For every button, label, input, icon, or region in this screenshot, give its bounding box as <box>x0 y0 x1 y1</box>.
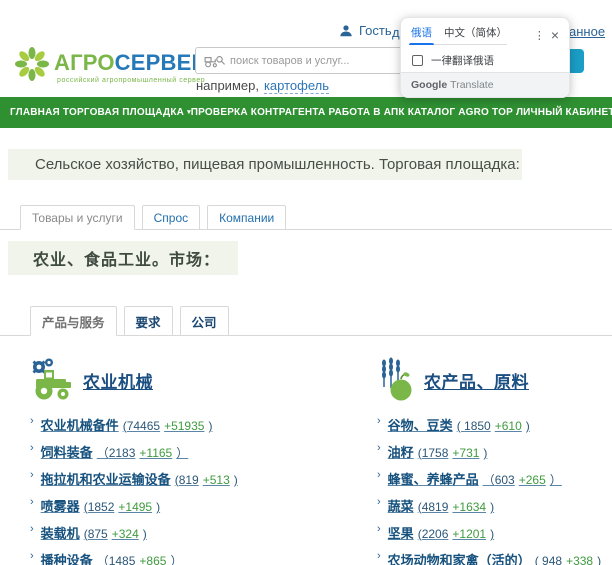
main-nav: ГЛАВНАЯ ТОРГОВАЯ ПЛОЩАДКА▾ ПРОВЕРКА КОНТ… <box>0 97 612 128</box>
tab[interactable]: Товары и услуги <box>20 205 135 230</box>
category-link[interactable]: 坚果(2206+1201) <box>388 523 494 542</box>
category-list-machinery: › 农业机械备件(74465+51935) › 饲料装备（2183+1165） … <box>30 411 365 565</box>
category-title-products[interactable]: 农产品、原料 <box>424 368 529 393</box>
category-link[interactable]: 拖拉机和农业运输设备(819+513) <box>41 469 238 488</box>
category-header-machinery[interactable]: 农业机械 <box>30 357 365 403</box>
chevron-bullet-icon: › <box>377 415 381 427</box>
category-list-item: › 播种设备（1485+865） <box>30 546 365 565</box>
category-header-products[interactable]: 农产品、原料 <box>377 357 612 403</box>
translate-brand-label: Translate <box>450 79 493 91</box>
nav-item[interactable]: ПРОВЕРКА КОНТРАГЕНТА <box>191 107 329 118</box>
category-title-machinery[interactable]: 农业机械 <box>83 368 153 393</box>
tab[interactable]: Компании <box>207 205 286 230</box>
search-tractor-icon <box>203 53 225 69</box>
category-list-item: › 装载机(875+324) <box>30 519 365 546</box>
example-link[interactable]: картофель <box>264 78 329 94</box>
category-link[interactable]: 装载机(875+324) <box>41 523 147 542</box>
close-icon[interactable]: × <box>549 28 561 42</box>
chevron-down-icon: ▾ <box>187 109 191 116</box>
google-brand-label: Google <box>411 79 447 91</box>
category-list-item: › 农业机械备件(74465+51935) <box>30 411 365 438</box>
logo-part-agro: АГРО <box>54 50 115 75</box>
category-list-item: › 拖拉机和农业运输设备(819+513) <box>30 465 365 492</box>
tractor-icon <box>30 357 76 403</box>
category-link[interactable]: 农场动物和家禽（活的）( 948+338) <box>388 550 601 565</box>
category-list-item: › 坚果(2206+1201) <box>377 519 612 546</box>
tab[interactable]: 产品与服务 <box>30 306 117 336</box>
nav-item[interactable]: ТОРГОВАЯ ПЛОЩАДКА▾ <box>63 107 191 118</box>
section-heading-zh-text: 农业、食品工业。市场： <box>8 246 220 270</box>
wheat-apple-icon <box>377 357 417 403</box>
chevron-bullet-icon: › <box>377 496 381 508</box>
chevron-bullet-icon: › <box>30 550 34 562</box>
translate-popup: 俄语 中文（简体） ⋮ × 一律翻译俄语 GoogleTranslate <box>400 17 570 98</box>
logo-flower-icon <box>14 46 50 82</box>
logo-tagline: российский агропромышленный сервер <box>57 77 205 84</box>
chevron-bullet-icon: › <box>30 469 34 481</box>
translate-popup-header: 俄语 中文（简体） ⋮ × <box>401 18 569 45</box>
translate-tab-russian[interactable]: 俄语 <box>411 25 432 40</box>
chevron-bullet-icon: › <box>30 496 34 508</box>
category-link[interactable]: 播种设备（1485+865） <box>41 550 183 565</box>
category-link[interactable]: 喷雾器(1852+1495) <box>41 496 160 515</box>
category-link[interactable]: 油籽(1758+731) <box>388 442 488 461</box>
chevron-bullet-icon: › <box>377 523 381 535</box>
category-link[interactable]: 蜂蜜、养蜂产品（603+265） <box>388 469 562 488</box>
page: Гость д анное АГРОСЕРВЕР.ru российский а… <box>0 0 612 565</box>
example-prefix: например, <box>196 78 259 93</box>
category-list-item: › 农场动物和家禽（活的）( 948+338) <box>377 546 612 565</box>
nav-item[interactable]: КАТАЛОГ AGRO TOP <box>408 107 516 118</box>
category-list-item: › 蔬菜(4819+1634) <box>377 492 612 519</box>
translate-tab-chinese[interactable]: 中文（简体） <box>444 25 507 40</box>
chevron-bullet-icon: › <box>377 442 381 454</box>
overflow-menu-icon[interactable]: ⋮ <box>530 29 549 42</box>
guest-user: Гость <box>339 23 392 38</box>
category-list-item: › 喷雾器(1852+1495) <box>30 492 365 519</box>
nav-item[interactable]: РАБОТА В АПК <box>328 107 407 118</box>
chevron-bullet-icon: › <box>377 550 381 562</box>
category-link[interactable]: 谷物、豆类( 1850+610) <box>388 415 530 434</box>
search-example: например, картофель <box>196 78 329 93</box>
category-list-item: › 蜂蜜、养蜂产品（603+265） <box>377 465 612 492</box>
guest-label: Гость <box>359 23 392 38</box>
logo-part-server: СЕРВЕР <box>115 50 207 75</box>
tab[interactable]: 公司 <box>180 306 229 336</box>
tabs-russian: Товары и услуги Спрос Компании <box>0 203 612 230</box>
category-column-products: 农产品、原料 › 谷物、豆类( 1850+610) › 油籽(1758+731)… <box>377 357 612 565</box>
translate-options-row: 一律翻译俄语 <box>401 45 569 68</box>
category-list-products: › 谷物、豆类( 1850+610) › 油籽(1758+731) › 蜂蜜、养… <box>377 411 612 565</box>
chevron-bullet-icon: › <box>30 415 34 427</box>
category-link[interactable]: 饲料装备（2183+1165） <box>41 442 189 461</box>
section-heading-ru: Сельское хозяйство, пищевая промышленнос… <box>8 149 522 180</box>
chevron-bullet-icon: › <box>30 442 34 454</box>
tabs-chinese: 产品与服务 要求 公司 <box>0 309 612 336</box>
translate-footer: GoogleTranslate <box>401 72 569 97</box>
category-link[interactable]: 农业机械备件(74465+51935) <box>41 415 213 434</box>
login-link-partial[interactable]: д <box>392 25 400 40</box>
chevron-bullet-icon: › <box>30 523 34 535</box>
user-icon <box>339 24 353 38</box>
favorites-link-partial[interactable]: анное <box>569 24 605 39</box>
translate-language-tabs: 俄语 中文（简体） <box>411 25 507 45</box>
always-translate-label: 一律翻译俄语 <box>431 53 494 68</box>
category-link[interactable]: 蔬菜(4819+1634) <box>388 496 494 515</box>
section-heading-ru-text: Сельское хозяйство, пищевая промышленнос… <box>8 156 520 173</box>
category-list-item: › 谷物、豆类( 1850+610) <box>377 411 612 438</box>
tab[interactable]: Спрос <box>142 205 201 230</box>
always-translate-checkbox[interactable] <box>412 55 423 66</box>
nav-item[interactable]: ГЛАВНАЯ <box>10 107 63 118</box>
nav-item[interactable]: ЛИЧНЫЙ КАБИНЕТ <box>516 107 612 118</box>
category-list-item: › 油籽(1758+731) <box>377 438 612 465</box>
category-column-machinery: 农业机械 › 农业机械备件(74465+51935) › 饲料装备（2183+1… <box>30 357 365 565</box>
chevron-bullet-icon: › <box>377 469 381 481</box>
tab[interactable]: 要求 <box>124 306 173 336</box>
category-list-item: › 饲料装备（2183+1165） <box>30 438 365 465</box>
section-heading-zh: 农业、食品工业。市场： <box>8 241 238 275</box>
